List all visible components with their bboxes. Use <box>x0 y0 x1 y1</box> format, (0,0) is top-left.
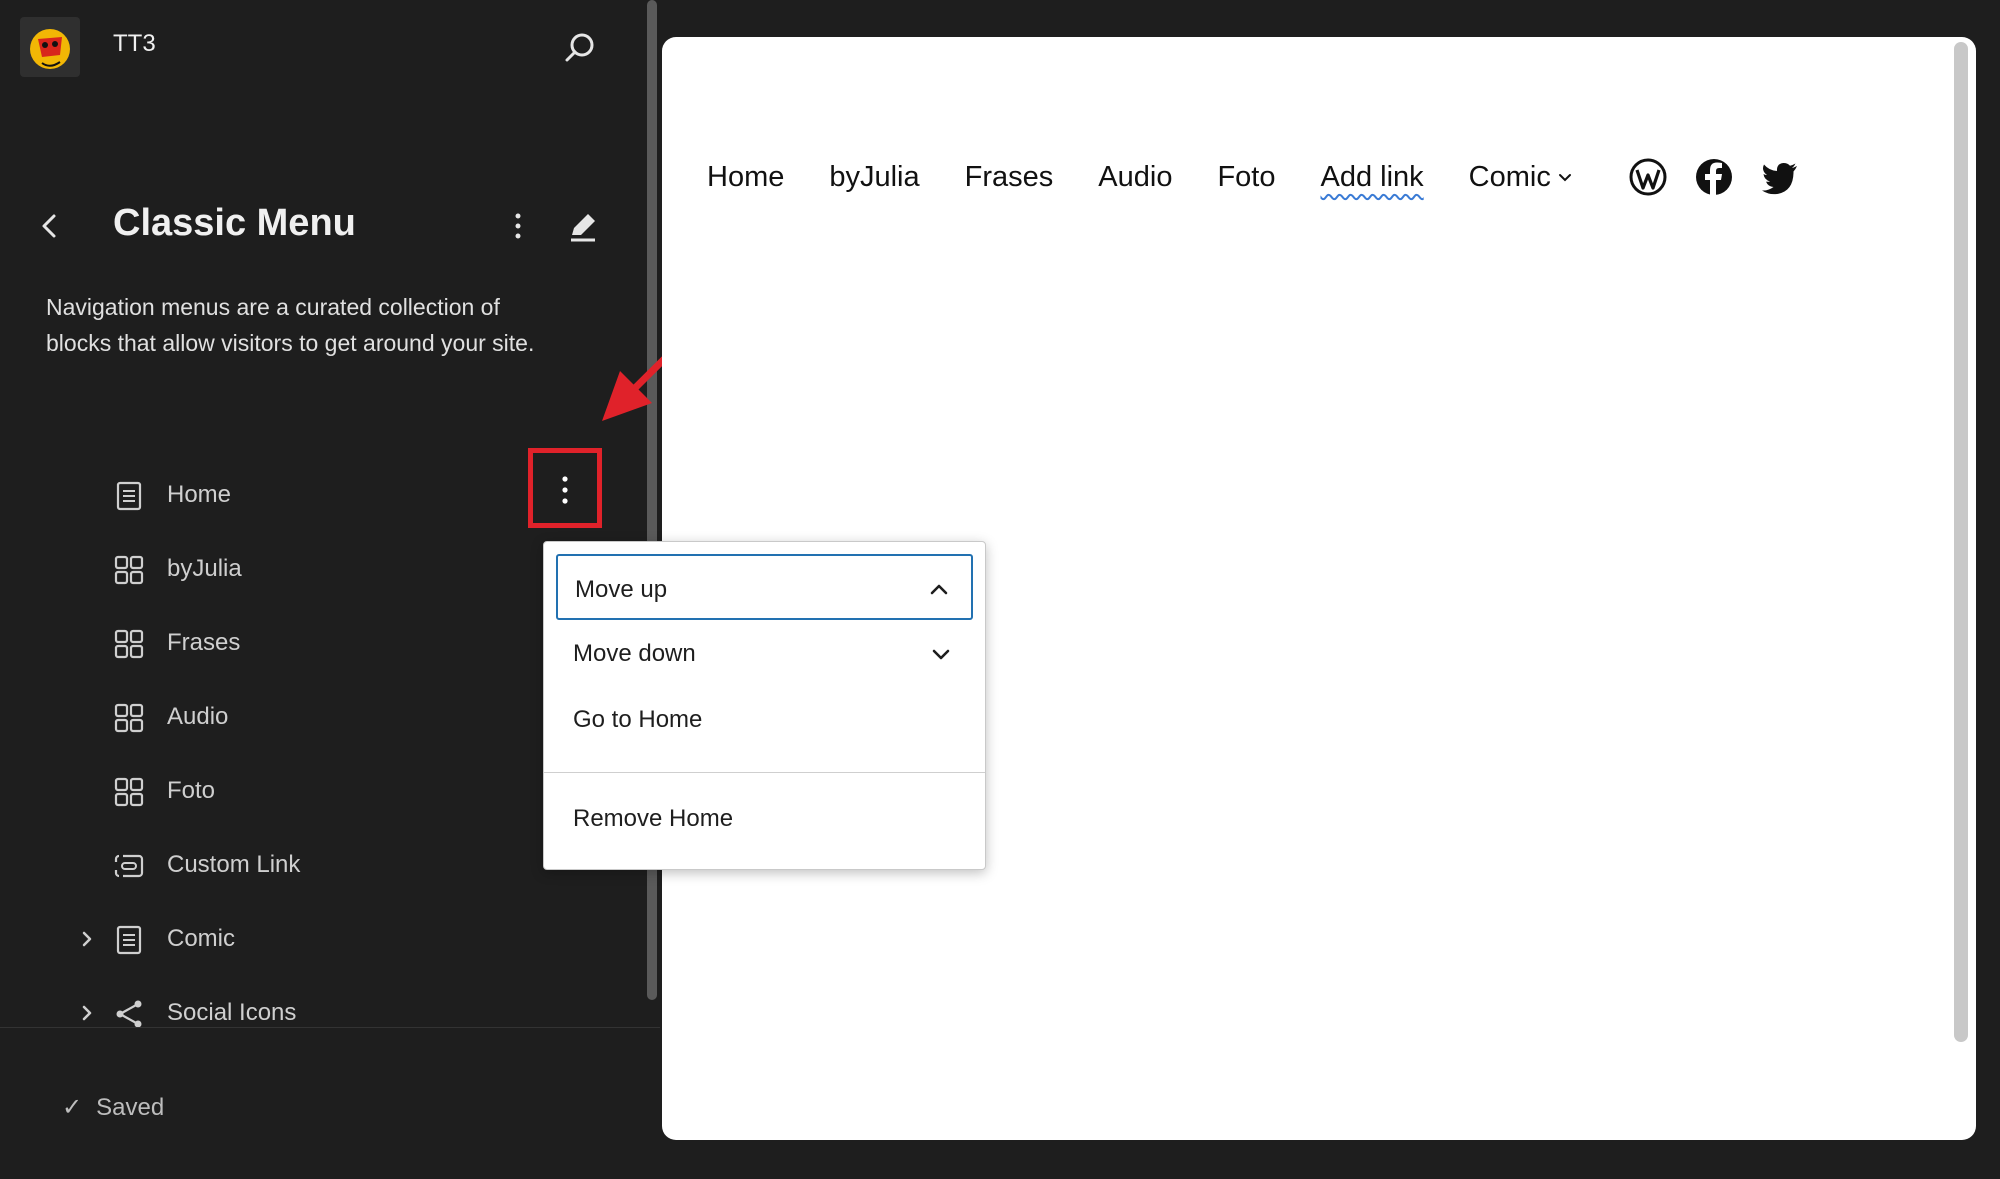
back-button[interactable] <box>36 206 64 246</box>
preview-link-comic[interactable]: Comic <box>1469 161 1551 194</box>
saved-status: ✓ Saved <box>62 1094 165 1121</box>
page-title: Classic Menu <box>113 202 356 244</box>
panel-description: Navigation menus are a curated collectio… <box>46 294 535 356</box>
move-down-menu-item[interactable]: Move down <box>556 620 973 686</box>
chevron-left-icon <box>42 214 56 238</box>
move-up-menu-item[interactable]: Move up <box>556 554 973 620</box>
move-down-label: Move down <box>573 640 696 667</box>
search-icon <box>565 33 594 62</box>
canvas-scrollbar[interactable] <box>1954 42 1968 1042</box>
site-logo[interactable] <box>20 17 80 77</box>
twitter-icon[interactable] <box>1760 157 1800 197</box>
more-vertical-icon <box>515 213 521 239</box>
facebook-icon[interactable] <box>1694 157 1734 197</box>
grid-icon <box>113 628 145 660</box>
chevron-down-icon <box>932 649 950 660</box>
nav-item-home[interactable]: Home <box>60 466 530 524</box>
nav-item-label: Comic <box>167 925 236 952</box>
page-icon <box>113 480 145 512</box>
nav-item-label: Social Icons <box>167 999 297 1026</box>
preview-submenu-comic[interactable]: Comic <box>1469 161 1573 194</box>
search-button[interactable] <box>560 28 600 68</box>
nav-item-label: byJulia <box>167 555 242 582</box>
chevron-right-icon[interactable] <box>76 927 98 951</box>
nav-item-social-icons[interactable]: Social Icons <box>60 984 530 1042</box>
nav-item-byjulia[interactable]: byJulia <box>60 540 530 598</box>
nav-item-label: Custom Link <box>167 851 301 878</box>
site-title: TT3 <box>113 30 156 57</box>
preview-link-home[interactable]: Home <box>707 161 784 194</box>
menu-options-button[interactable] <box>500 206 536 246</box>
preview-navigation: Home byJulia Frases Audio Foto Add link … <box>707 152 1826 202</box>
menu-divider <box>544 772 985 773</box>
preview-link-audio[interactable]: Audio <box>1098 161 1172 194</box>
nav-item-comic[interactable]: Comic <box>60 910 530 968</box>
chevron-right-icon[interactable] <box>76 1001 98 1025</box>
remove-home-menu-item[interactable]: Remove Home <box>556 785 973 851</box>
nav-item-custom-link[interactable]: Custom Link <box>60 836 530 894</box>
preview-link-byjulia[interactable]: byJulia <box>829 161 919 194</box>
footer-divider <box>0 1027 660 1028</box>
nav-item-label: Foto <box>167 777 216 804</box>
checkmark-icon: ✓ <box>62 1094 83 1121</box>
go-to-home-menu-item[interactable]: Go to Home <box>556 686 973 752</box>
block-options-menu: Move up Move down Go to Home Remove Home <box>543 541 986 870</box>
grid-icon <box>113 776 145 808</box>
grid-icon <box>113 554 145 586</box>
home-options-button[interactable] <box>528 448 602 528</box>
page-icon <box>113 924 145 956</box>
preview-link-foto[interactable]: Foto <box>1217 161 1275 194</box>
remove-home-label: Remove Home <box>573 805 734 832</box>
move-up-label: Move up <box>575 576 668 603</box>
grid-icon <box>113 702 145 734</box>
chevron-up-icon <box>930 584 948 595</box>
more-vertical-icon <box>562 476 568 504</box>
chevron-down-icon[interactable] <box>1557 169 1573 185</box>
nav-item-foto[interactable]: Foto <box>60 762 530 820</box>
nav-item-label: Home <box>167 481 232 508</box>
wordpress-icon[interactable] <box>1628 157 1668 197</box>
edit-button[interactable] <box>563 206 603 246</box>
nav-item-frases[interactable]: Frases <box>60 614 530 672</box>
nav-item-label: Audio <box>167 703 229 730</box>
custom-link-icon <box>113 850 145 882</box>
go-to-home-label: Go to Home <box>573 706 703 733</box>
nav-item-audio[interactable]: Audio <box>60 688 530 746</box>
preview-link-frases[interactable]: Frases <box>965 161 1054 194</box>
pencil-icon <box>571 214 595 242</box>
share-icon <box>113 998 145 1030</box>
nav-item-label: Frases <box>167 629 241 656</box>
preview-add-link[interactable]: Add link <box>1320 161 1423 194</box>
